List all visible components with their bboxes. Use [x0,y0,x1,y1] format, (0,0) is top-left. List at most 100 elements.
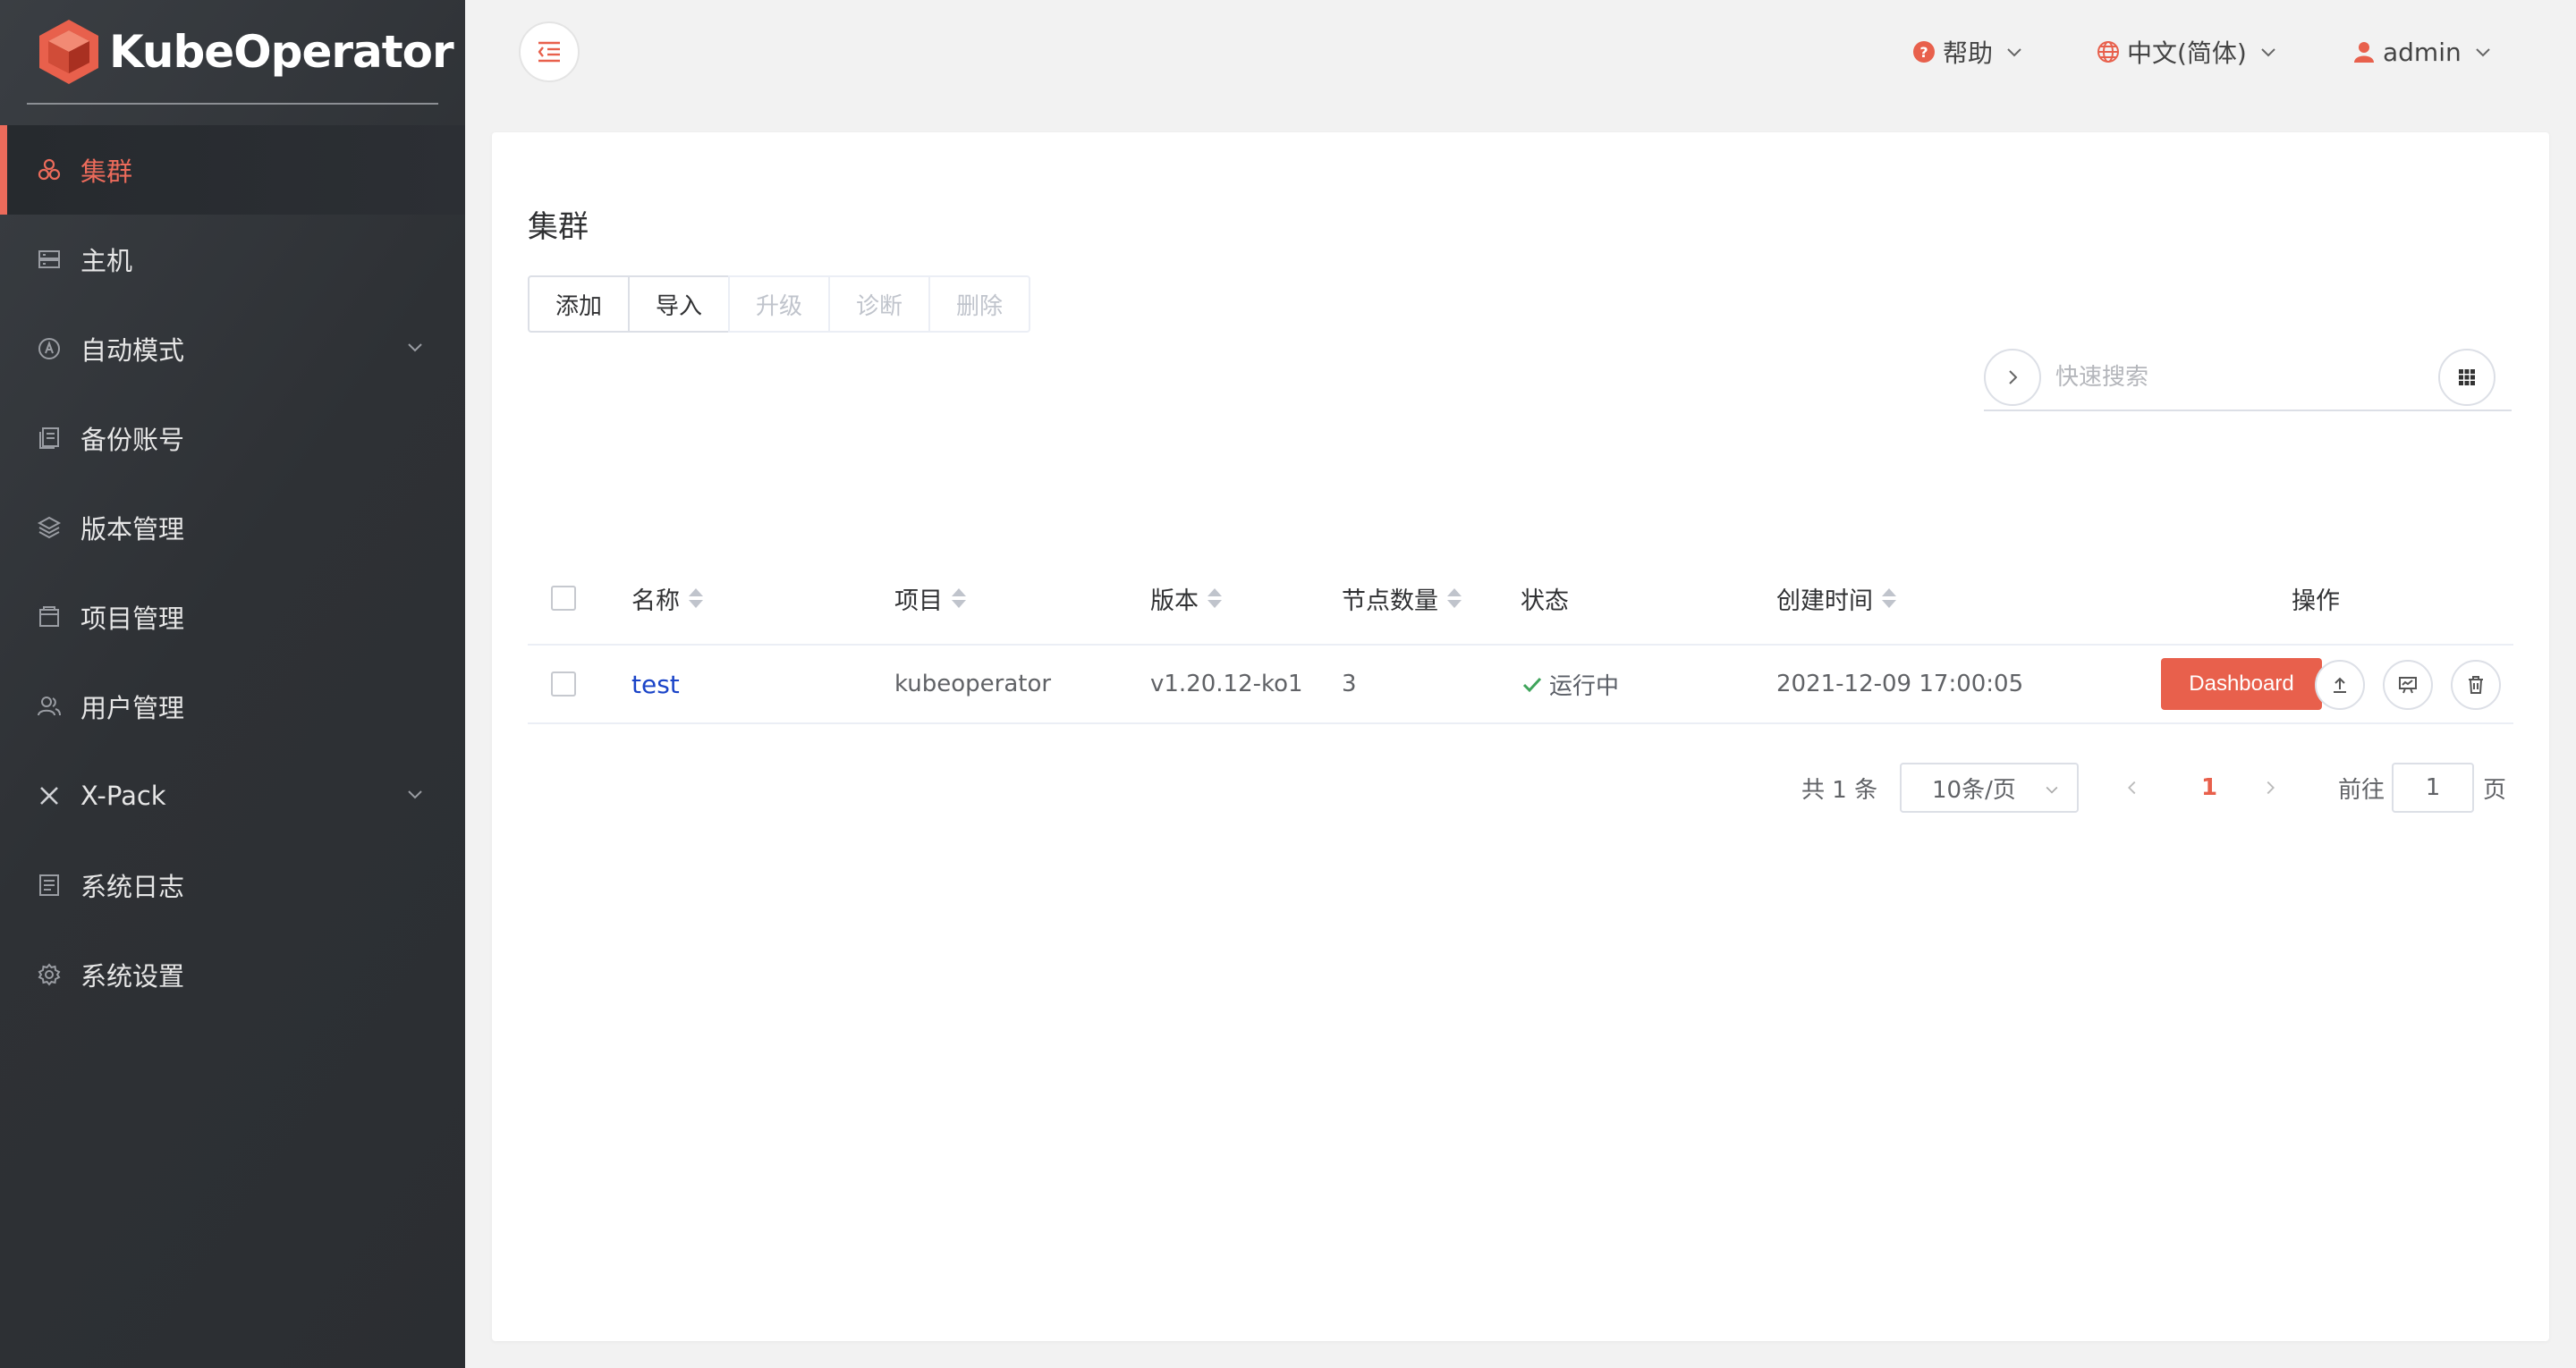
table-row: test kubeoperator v1.20.12-ko1 3 运行中 202… [528,646,2513,724]
column-header-label: 操作 [2292,587,2340,615]
status-cell: 运行中 [1521,646,1619,722]
trash-icon [2469,676,2483,694]
chevron-right-icon [2009,370,2018,384]
help-menu[interactable]: ? 帮助 [1912,32,2025,72]
column-header-name[interactable]: 名称 [631,553,703,644]
project-icon [36,604,63,630]
search-input[interactable] [2055,354,2413,401]
column-header-project[interactable]: 项目 [894,553,966,644]
help-icon: ? [1913,41,1935,63]
sidebar-item-system-settings[interactable]: 系统设置 [0,930,465,1019]
diagnose-row-button[interactable] [2383,660,2433,710]
prev-page-button[interactable] [2116,763,2148,813]
next-page-button[interactable] [2254,763,2286,813]
main-card: 集群 添加 导入 升级 诊断 删除 名称 [492,132,2549,1341]
sidebar-item-label: 系统设置 [80,961,185,992]
sidebar-item-xpack[interactable]: X-Pack [0,751,465,840]
collapse-sidebar-button[interactable] [519,21,580,82]
delete-row-button[interactable] [2451,660,2501,710]
pagination-total: 共 1 条 [1801,776,1878,804]
sidebar-item-label: 自动模式 [80,335,185,366]
logo[interactable]: KubeOperator [36,18,454,86]
import-button[interactable]: 导入 [628,275,730,333]
sidebar-menu: 集群 主机 自动模式 备份账号 版本管理 项目管理 用户管理 X-Pack 系统… [0,125,465,1019]
user-icon [36,693,63,720]
sidebar-item-label: 系统日志 [80,872,185,902]
diagnose-button[interactable]: 诊断 [828,275,930,333]
upload-icon [2334,677,2346,693]
sidebar-item-label: 集群 [80,156,133,187]
backup-icon [36,425,63,452]
sidebar-item-host[interactable]: 主机 [0,215,465,304]
page-title: 集群 [528,209,589,245]
sidebar-item-label: X-Pack [80,781,166,811]
host-icon [36,246,63,273]
cluster-table: 名称 项目 版本 节点数量 状态 创建时间 操作 test kubeoperat… [528,553,2513,724]
sidebar-item-label: 备份账号 [80,425,185,455]
select-all-checkbox[interactable] [551,586,576,611]
user-avatar-icon [2354,42,2374,63]
column-header-version[interactable]: 版本 [1150,553,1222,644]
sidebar: KubeOperator 集群 主机 自动模式 备份账号 版本管理 项目管理 用… [0,0,465,1368]
check-icon [1522,677,1542,693]
toolbar: 添加 导入 升级 诊断 删除 [528,275,1030,333]
column-header-label: 项目 [894,587,943,615]
cluster-name-link[interactable]: test [631,670,680,699]
sort-icon[interactable] [952,588,966,608]
sidebar-item-label: 用户管理 [80,693,185,723]
sort-icon[interactable] [1447,588,1462,608]
log-icon [36,872,63,899]
logo-divider [27,103,438,105]
chevron-down-icon [408,343,422,352]
sidebar-item-version[interactable]: 版本管理 [0,483,465,572]
sidebar-item-label: 版本管理 [80,514,185,545]
settings-icon [36,961,63,988]
logo-text: KubeOperator [109,26,454,78]
goto-label: 前往 [2338,776,2385,804]
page-size-select[interactable]: 10条/页 [1900,763,2079,813]
sort-icon[interactable] [1208,588,1222,608]
column-header-label: 节点数量 [1342,587,1438,615]
project-cell: kubeoperator [894,671,1052,697]
column-header-status: 状态 [1521,553,1569,644]
column-settings-button[interactable] [2438,349,2496,406]
sidebar-item-backup[interactable]: 备份账号 [0,393,465,483]
created-cell: 2021-12-09 17:00:05 [1776,671,2024,697]
menu-fold-icon [538,41,560,63]
search-submit-button[interactable] [1984,349,2041,406]
table-header: 名称 项目 版本 节点数量 状态 创建时间 操作 [528,553,2513,646]
sidebar-item-auto-mode[interactable]: 自动模式 [0,304,465,393]
page-size-value: 10条/页 [1932,776,2016,804]
page-suffix-label: 页 [2483,776,2507,804]
page-number-current[interactable]: 1 [2191,763,2227,813]
svg-text:?: ? [1919,44,1928,61]
sort-icon[interactable] [1882,588,1896,608]
sidebar-item-label: 主机 [80,246,133,276]
delete-button[interactable]: 删除 [928,275,1030,333]
cluster-name-cell: test [631,646,680,722]
user-label: admin [2383,37,2462,67]
add-button[interactable]: 添加 [528,275,630,333]
column-header-nodes[interactable]: 节点数量 [1342,553,1462,644]
xpack-icon [36,782,63,809]
chevron-right-icon [2267,781,2275,795]
column-header-created[interactable]: 创建时间 [1776,553,1896,644]
nodes-cell: 3 [1342,671,1357,697]
sidebar-item-project[interactable]: 项目管理 [0,572,465,662]
sidebar-item-system-log[interactable]: 系统日志 [0,840,465,930]
row-checkbox[interactable] [551,671,576,697]
language-menu[interactable]: 中文(简体) [2097,32,2279,72]
sort-icon[interactable] [689,588,703,608]
upgrade-row-button[interactable] [2315,660,2365,710]
dashboard-button-cell: Dashboard [2161,646,2322,722]
sidebar-item-cluster[interactable]: 集群 [0,125,465,215]
sidebar-item-user[interactable]: 用户管理 [0,662,465,751]
kubeoperator-logo-icon [39,20,98,84]
dashboard-button[interactable]: Dashboard [2161,658,2322,710]
globe-icon [2097,41,2119,63]
user-menu[interactable]: admin [2352,32,2494,72]
upgrade-button[interactable]: 升级 [728,275,830,333]
chevron-down-icon [2261,48,2275,57]
goto-page-input[interactable] [2392,763,2474,813]
sidebar-item-label: 项目管理 [80,604,185,634]
